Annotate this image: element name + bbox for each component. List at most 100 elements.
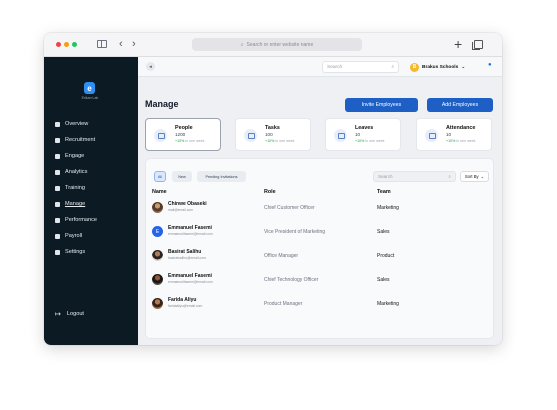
app-logo: e	[84, 82, 95, 94]
page-title: Manage	[145, 99, 179, 109]
sidebar-item-label: Payroll	[65, 233, 83, 239]
forward-icon[interactable]: ›	[132, 37, 136, 51]
stat-card-tasks[interactable]: Tasks 100 +10% in one week	[235, 118, 311, 151]
invite-employees-button[interactable]: Invite Employees	[345, 98, 418, 112]
column-header-name[interactable]: Name	[152, 189, 167, 195]
employee-email: mail@email.com	[168, 208, 194, 212]
employee-email: faridaaliyu@email.com	[168, 304, 203, 308]
stat-trend: +10% in one week	[446, 139, 476, 143]
sidebar-item-training[interactable]: Training	[55, 183, 85, 193]
table-row[interactable]: E Emmanuel Fasemi emmanuelfasemi@email.c…	[146, 223, 495, 241]
employee-team: Marketing	[377, 205, 399, 211]
topbar: ◂ Search ⌕ B Brakus Schools ⌄ ●	[138, 57, 502, 77]
logout-label: Logout	[66, 311, 84, 317]
tabs-overview-icon[interactable]	[472, 40, 483, 50]
manage-icon	[55, 201, 60, 207]
stat-card-leaves[interactable]: Leaves 10 +10% in one week	[325, 118, 401, 151]
sidebar-toggle-icon[interactable]	[97, 40, 107, 48]
column-header-role[interactable]: Role	[264, 189, 276, 195]
filter-tab-pending-invitations[interactable]: Pending Invitations	[197, 171, 246, 182]
recruitment-icon	[55, 137, 60, 143]
avatar	[152, 274, 163, 285]
address-bar[interactable]: ⌕ Search or enter website name	[192, 38, 362, 51]
avatar	[152, 202, 163, 213]
employee-team: Sales	[377, 229, 390, 235]
table-row[interactable]: Emmanuel Fasemi emmanuelfasemi@email.com…	[146, 271, 495, 289]
column-header-team[interactable]: Team	[377, 189, 391, 195]
sidebar-item-settings[interactable]: Settings	[55, 247, 85, 257]
sidebar-item-overview[interactable]: Overview	[55, 119, 88, 129]
search-input[interactable]: Search ⌕	[322, 61, 399, 73]
sidebar-item-label: Settings	[65, 249, 86, 255]
sidebar-item-label: Recruitment	[65, 137, 96, 143]
avatar	[152, 250, 163, 261]
employee-name: Chinwe Obaseki	[168, 201, 207, 207]
sidebar-item-label: Performance	[65, 217, 98, 223]
employee-name: Farida Aliyu	[168, 297, 197, 303]
stat-title: Attendance	[446, 125, 476, 131]
search-icon: ⌕	[448, 174, 451, 179]
stat-card-attendance[interactable]: Attendance 10 +10% in one week	[416, 118, 492, 151]
stat-value: 10	[355, 132, 361, 137]
stat-card-people[interactable]: People 1200 +10% in one week	[145, 118, 221, 151]
new-tab-icon[interactable]: +	[454, 36, 462, 52]
stat-value: 10	[446, 132, 452, 137]
close-window-button[interactable]	[56, 42, 61, 47]
filter-tab-all[interactable]: All	[154, 171, 166, 182]
engage-icon	[55, 153, 60, 159]
sidebar-item-performance[interactable]: Performance	[55, 215, 97, 225]
sidebar-item-recruitment[interactable]: Recruitment	[55, 135, 95, 145]
employee-table-panel: All New Pending Invitations Search ⌕ Sor…	[145, 158, 494, 339]
app-logo-text: Erikan Lab	[81, 96, 99, 100]
table-search-placeholder: Search	[378, 174, 393, 179]
table-row[interactable]: Farida Aliyu faridaaliyu@email.com Produ…	[146, 295, 495, 313]
employee-team: Sales	[377, 277, 390, 283]
avatar	[152, 298, 163, 309]
people-icon	[154, 129, 167, 142]
maximize-window-button[interactable]	[72, 42, 77, 47]
filter-tab-new[interactable]: New	[172, 171, 192, 182]
logout-button[interactable]: ↦ Logout	[55, 310, 84, 318]
sidebar-item-engage[interactable]: Engage	[55, 151, 84, 161]
avatar: E	[152, 226, 163, 237]
sidebar-item-label: Manage	[65, 201, 86, 207]
table-row[interactable]: Chinwe Obaseki mail@email.com Chief Cust…	[146, 199, 495, 217]
minimize-window-button[interactable]	[64, 42, 69, 47]
collapse-sidebar-icon[interactable]: ◂	[146, 62, 155, 71]
sort-by-label: Sort By	[464, 174, 479, 179]
add-employees-button[interactable]: Add Employees	[427, 98, 493, 112]
notification-bell-icon[interactable]: ●	[488, 62, 492, 68]
employee-team: Marketing	[377, 301, 399, 307]
employee-email: emmanuelfasemi@email.com	[168, 232, 213, 236]
sidebar-item-label: Engage	[65, 153, 85, 159]
stat-value: 100	[265, 132, 273, 137]
sidebar: e Erikan Lab Overview Recruitment Engage…	[44, 57, 138, 345]
search-icon: ⌕	[391, 65, 394, 70]
analytics-icon	[55, 169, 60, 175]
school-switcher[interactable]: B Brakus Schools ⌄	[410, 61, 465, 73]
sort-by-dropdown[interactable]: Sort By ⌄	[460, 171, 489, 182]
table-row[interactable]: Basirat Salihu basiratsalihu@email.com O…	[146, 247, 495, 265]
back-icon[interactable]: ‹	[119, 37, 123, 51]
payroll-icon	[55, 233, 60, 239]
stat-title: Leaves	[355, 125, 374, 131]
school-name: Brakus Schools	[422, 64, 459, 70]
sidebar-item-payroll[interactable]: Payroll	[55, 231, 82, 241]
browser-window: ‹ › ⌕ Search or enter website name + e E…	[44, 33, 502, 345]
attendance-icon	[425, 129, 438, 142]
stat-title: People	[175, 125, 193, 131]
stat-trend: +10% in one week	[355, 139, 385, 143]
address-bar-placeholder: Search or enter website name	[246, 41, 314, 48]
table-search-input[interactable]: Search ⌕	[373, 171, 456, 182]
search-icon: ⌕	[240, 41, 244, 48]
employee-role: Office Manager	[264, 253, 299, 259]
settings-icon	[55, 249, 60, 255]
employee-email: emmanuelfasemi@email.com	[168, 280, 213, 284]
sidebar-item-analytics[interactable]: Analytics	[55, 167, 87, 177]
stat-value: 1200	[175, 132, 186, 137]
sidebar-item-manage[interactable]: Manage	[55, 199, 85, 209]
employee-team: Product	[377, 253, 395, 259]
employee-name: Basirat Salihu	[168, 249, 202, 255]
sidebar-item-label: Training	[65, 185, 86, 191]
employee-role: Product Manager	[264, 301, 303, 307]
